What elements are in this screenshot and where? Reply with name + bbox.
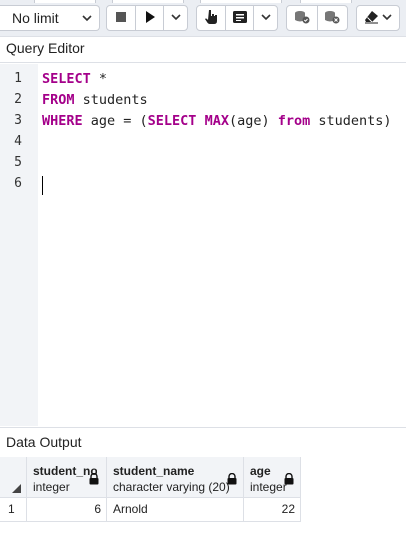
tab-stub <box>34 0 96 3</box>
chevron-down-icon <box>382 10 392 26</box>
text-cursor <box>42 176 43 195</box>
line-number: 6 <box>14 176 22 191</box>
lock-icon <box>226 472 238 488</box>
row-number[interactable]: 1 <box>0 498 27 522</box>
sql-text: (age) <box>228 113 278 129</box>
toolbar: No limit <box>0 0 406 37</box>
sql-keyword: SELECT MAX <box>147 113 229 129</box>
explain-analyze-button[interactable] <box>225 6 253 30</box>
explain-button[interactable] <box>197 6 225 30</box>
sql-keyword: SELECT <box>42 71 91 87</box>
database-check-icon <box>294 10 310 27</box>
line-number: 3 <box>14 113 22 128</box>
line-number: 2 <box>14 92 22 107</box>
hand-pointer-icon <box>204 9 218 28</box>
explain-group <box>196 5 278 31</box>
execute-options-button[interactable] <box>163 6 187 30</box>
select-all-corner[interactable] <box>0 457 27 498</box>
code-line: SELECT * <box>42 71 107 87</box>
execute-group <box>106 5 188 31</box>
table-cell[interactable]: 22 <box>244 498 301 522</box>
rollback-button[interactable] <box>316 6 347 30</box>
sql-text: age = ( <box>82 113 148 129</box>
limit-select[interactable]: No limit <box>0 5 100 31</box>
commit-button[interactable] <box>287 6 317 30</box>
play-icon <box>143 10 157 27</box>
tab-stub <box>200 0 282 3</box>
sql-keyword: from <box>277 113 311 129</box>
lock-icon <box>283 472 295 488</box>
column-header-student-no[interactable]: student_no integer <box>27 457 107 498</box>
database-x-icon <box>324 10 340 27</box>
clear-group <box>356 5 400 31</box>
execute-button[interactable] <box>135 6 163 30</box>
result-grid: student_no integer student_name characte… <box>0 457 406 535</box>
query-editor-title: Query Editor <box>0 37 406 63</box>
table-cell[interactable]: 6 <box>27 498 107 522</box>
stop-icon <box>115 10 127 26</box>
sql-text: students <box>74 92 148 108</box>
chevron-down-icon <box>81 6 93 37</box>
column-name: student_name <box>113 464 195 478</box>
clear-button[interactable] <box>357 6 399 30</box>
line-number: 4 <box>14 134 22 149</box>
list-icon <box>232 10 247 26</box>
query-editor[interactable]: 1 2 3 4 5 6 SELECT * FROM students WHERE… <box>0 64 406 426</box>
line-number: 5 <box>14 155 22 170</box>
transaction-group <box>286 5 348 31</box>
table-cell[interactable]: Arnold <box>107 498 244 522</box>
sql-text: students) <box>310 113 392 129</box>
sql-keyword: FROM <box>42 92 75 108</box>
eraser-icon <box>364 10 380 27</box>
line-gutter: 1 2 3 4 5 6 <box>0 64 38 426</box>
data-output-title: Data Output <box>0 427 406 457</box>
column-header-age[interactable]: age integer <box>244 457 301 498</box>
corner-triangle-icon <box>12 484 21 493</box>
chevron-down-icon <box>260 10 272 26</box>
sql-keyword: WHERE <box>42 113 83 129</box>
code-line: WHERE age = (SELECT MAX(age) from studen… <box>42 113 392 129</box>
lock-icon <box>88 472 100 488</box>
column-header-student-name[interactable]: student_name character varying (20) <box>107 457 244 498</box>
tab-stub <box>300 0 352 3</box>
sql-text: * <box>90 71 108 87</box>
limit-select-value: No limit <box>12 10 59 26</box>
line-number: 1 <box>14 71 22 86</box>
stop-button[interactable] <box>107 6 135 30</box>
code-line: FROM students <box>42 92 148 108</box>
tab-stub <box>112 0 184 3</box>
chevron-down-icon <box>170 10 182 26</box>
column-type: character varying (20) <box>113 480 230 494</box>
explain-options-button[interactable] <box>253 6 277 30</box>
